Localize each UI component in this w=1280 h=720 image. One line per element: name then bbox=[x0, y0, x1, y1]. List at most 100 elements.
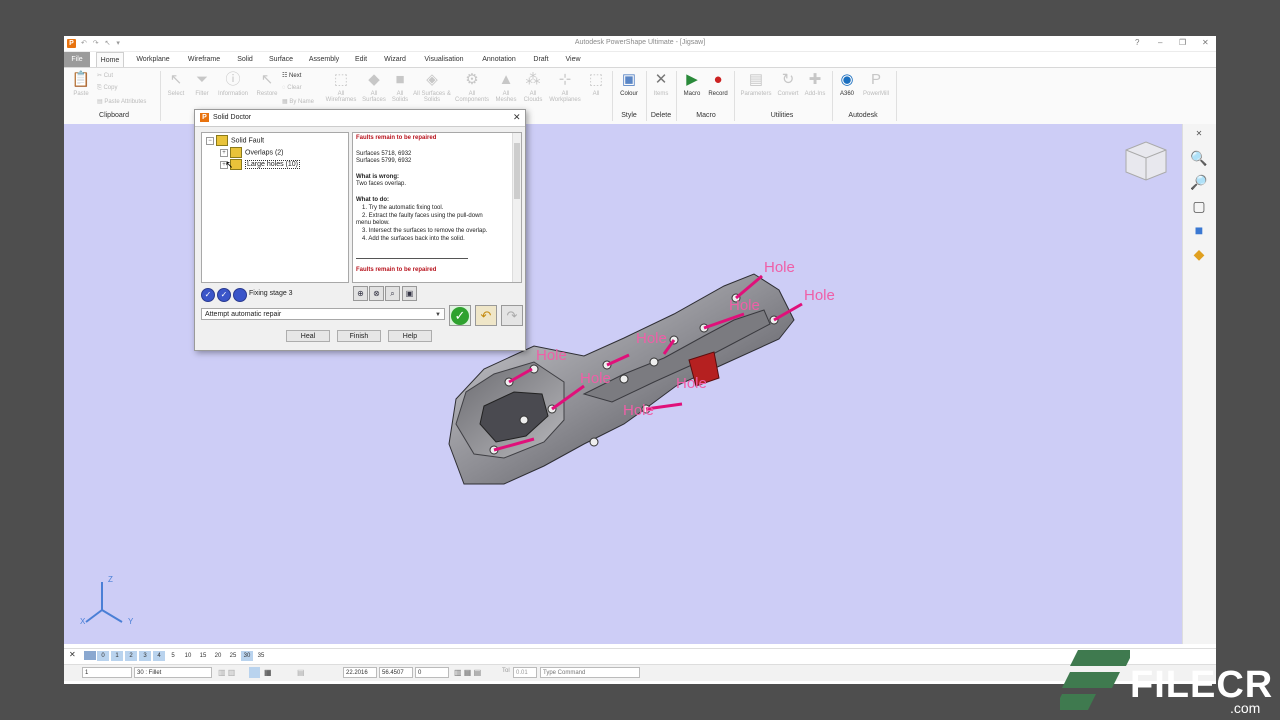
all-components-button[interactable]: ⚙ All Components bbox=[452, 71, 492, 103]
tab-draft[interactable]: Draft bbox=[530, 52, 552, 67]
all-surfaces-button[interactable]: ◆ All Surfaces bbox=[360, 71, 388, 103]
grid-toggle-icon[interactable] bbox=[249, 667, 260, 678]
expand-icon[interactable]: + bbox=[220, 148, 228, 157]
levels-icon[interactable] bbox=[84, 651, 96, 660]
next-button[interactable]: ☷ Next bbox=[282, 72, 301, 79]
minimize-icon[interactable]: – bbox=[1158, 38, 1162, 47]
wireframe-view-icon[interactable]: ▢ bbox=[1189, 196, 1209, 216]
stage-3-icon[interactable] bbox=[233, 288, 247, 302]
paste-button[interactable]: 📋 Paste bbox=[68, 71, 94, 97]
all-clouds-button[interactable]: ⁂ All Clouds bbox=[520, 71, 546, 103]
level-button[interactable]: 4 bbox=[153, 651, 165, 661]
y-coordinate-field[interactable]: 56.4507 bbox=[379, 667, 413, 678]
workplane-toggle-icon[interactable]: ▤ bbox=[297, 668, 305, 677]
level-button[interactable]: 15 bbox=[197, 651, 209, 661]
paste-attributes-button[interactable]: ▤ Paste Attributes bbox=[97, 98, 146, 105]
by-name-button[interactable]: ▦ By Name bbox=[282, 98, 314, 105]
stage-2-check-icon[interactable]: ✓ bbox=[217, 288, 231, 302]
level-select[interactable]: 1 bbox=[82, 667, 132, 678]
add-ins-button[interactable]: ✚ Add-Ins bbox=[802, 71, 828, 97]
parameters-button[interactable]: ▤ Parameters bbox=[738, 71, 774, 97]
tab-edit[interactable]: Edit bbox=[352, 52, 370, 67]
powermill-button[interactable]: P PowerMill bbox=[860, 71, 892, 97]
level-button[interactable]: 20 bbox=[212, 651, 224, 661]
zoom-out-icon[interactable]: 🔎 bbox=[1189, 172, 1209, 192]
help-icon[interactable]: ? bbox=[1135, 38, 1139, 47]
tab-view[interactable]: View bbox=[563, 52, 583, 67]
level-button[interactable]: 1 bbox=[111, 651, 123, 661]
information-button[interactable]: ⓘ Information bbox=[214, 71, 252, 97]
close-icon[interactable]: ✕ bbox=[1202, 38, 1209, 47]
help-button[interactable]: Help bbox=[388, 330, 432, 342]
collapse-icon[interactable]: − bbox=[206, 136, 214, 145]
redo-repair-button[interactable]: ↷ bbox=[501, 305, 523, 326]
view-cube[interactable] bbox=[1125, 141, 1167, 181]
level-button[interactable]: 3 bbox=[139, 651, 151, 661]
zoom-in-icon[interactable]: ⊕ bbox=[353, 286, 368, 301]
zoom-box-icon[interactable]: 🔍 bbox=[1189, 148, 1209, 168]
command-input[interactable]: Type Command bbox=[540, 667, 640, 678]
level-button[interactable]: 0 bbox=[97, 651, 109, 661]
apply-repair-button[interactable]: ✓ bbox=[449, 305, 471, 326]
filter-button[interactable]: ⏷ Filter bbox=[190, 71, 214, 97]
all-wireframes-button[interactable]: ⬚ All Wireframes bbox=[322, 71, 360, 103]
tab-wireframe[interactable]: Wireframe bbox=[184, 52, 224, 67]
repair-method-select[interactable]: Attempt automatic repair ▼ bbox=[201, 308, 445, 320]
colour-button[interactable]: ▣ Colour bbox=[616, 71, 642, 97]
convert-button[interactable]: ↻ Convert bbox=[774, 71, 802, 97]
level-button[interactable]: 5 bbox=[167, 651, 179, 661]
select-button[interactable]: ↖ Select bbox=[164, 71, 188, 97]
tab-wizard[interactable]: Wizard bbox=[381, 52, 409, 67]
x-coordinate-field[interactable]: 22.2016 bbox=[343, 667, 377, 678]
level-name-select[interactable]: 30 : Fillet bbox=[134, 667, 212, 678]
tab-home[interactable]: Home bbox=[96, 52, 124, 68]
restore-button[interactable]: ↖ Restore bbox=[254, 71, 280, 97]
shaded-view-icon[interactable]: ■ bbox=[1189, 220, 1209, 240]
undo-repair-button[interactable]: ↶ bbox=[475, 305, 497, 326]
z-coordinate-field[interactable]: 0 bbox=[415, 667, 449, 678]
tab-annotation[interactable]: Annotation bbox=[478, 52, 520, 67]
macro-button[interactable]: ▶ Macro bbox=[680, 71, 704, 97]
tab-solid[interactable]: Solid bbox=[233, 52, 257, 67]
a360-button[interactable]: ◉ A360 bbox=[836, 71, 858, 97]
dialog-close-icon[interactable]: ✕ bbox=[513, 112, 521, 123]
zoom-fault-icon[interactable]: ⊗ bbox=[369, 286, 384, 301]
all-surfaces-solids-button[interactable]: ◈ All Surfaces & Solids bbox=[412, 71, 452, 103]
tolerance-field[interactable]: 0.01 bbox=[513, 667, 537, 678]
tab-surface[interactable]: Surface bbox=[266, 52, 296, 67]
all-meshes-button[interactable]: ▲ All Meshes bbox=[492, 71, 520, 103]
scroll-thumb[interactable] bbox=[514, 143, 520, 199]
analysis-view-icon[interactable]: ◆ bbox=[1189, 244, 1209, 264]
tree-item-overlaps[interactable]: + Overlaps (2) bbox=[220, 147, 284, 158]
export-fault-icon[interactable]: ▣ bbox=[402, 286, 417, 301]
level-button[interactable]: 2 bbox=[125, 651, 137, 661]
record-button[interactable]: ● Record bbox=[705, 71, 731, 97]
snap-icons[interactable]: ▥ ▥ bbox=[218, 668, 235, 677]
tree-root[interactable]: − Solid Fault bbox=[206, 135, 264, 146]
clear-button[interactable]: ◌ Clear bbox=[282, 85, 302, 91]
tab-file[interactable]: File bbox=[64, 52, 90, 67]
copy-button[interactable]: ⎘ Copy bbox=[97, 85, 117, 92]
dialog-title-bar[interactable]: P Solid Doctor ✕ bbox=[195, 110, 525, 127]
all-button[interactable]: ⬚ All bbox=[586, 71, 606, 97]
all-solids-button[interactable]: ■ All Solids bbox=[388, 71, 412, 103]
level-button[interactable]: 35 bbox=[255, 651, 267, 661]
delete-items-button[interactable]: ✕ Items bbox=[650, 71, 672, 97]
stage-1-check-icon[interactable]: ✓ bbox=[201, 288, 215, 302]
finish-button[interactable]: Finish bbox=[337, 330, 381, 342]
tab-visualisation[interactable]: Visualisation bbox=[419, 52, 469, 67]
cut-button[interactable]: ✂ Cut bbox=[97, 72, 113, 79]
tab-workplane[interactable]: Workplane bbox=[133, 52, 173, 67]
heal-button[interactable]: Heal bbox=[286, 330, 330, 342]
restore-icon[interactable]: ❐ bbox=[1179, 38, 1186, 47]
level-button[interactable]: 25 bbox=[227, 651, 239, 661]
coordinate-icons[interactable]: ▥ ▦ ▤ bbox=[454, 668, 481, 677]
all-workplanes-button[interactable]: ⊹ All Workplanes bbox=[546, 71, 584, 103]
close-levels-icon[interactable]: ✕ bbox=[69, 650, 76, 659]
zoom-search-icon[interactable]: ⌕ bbox=[385, 286, 400, 301]
grid-icon[interactable]: ▦ bbox=[264, 668, 272, 677]
level-button[interactable]: 10 bbox=[182, 651, 194, 661]
level-button[interactable]: 30 bbox=[241, 651, 253, 661]
close-panel-icon[interactable]: ✕ bbox=[1189, 124, 1209, 144]
info-scrollbar[interactable] bbox=[512, 133, 521, 282]
